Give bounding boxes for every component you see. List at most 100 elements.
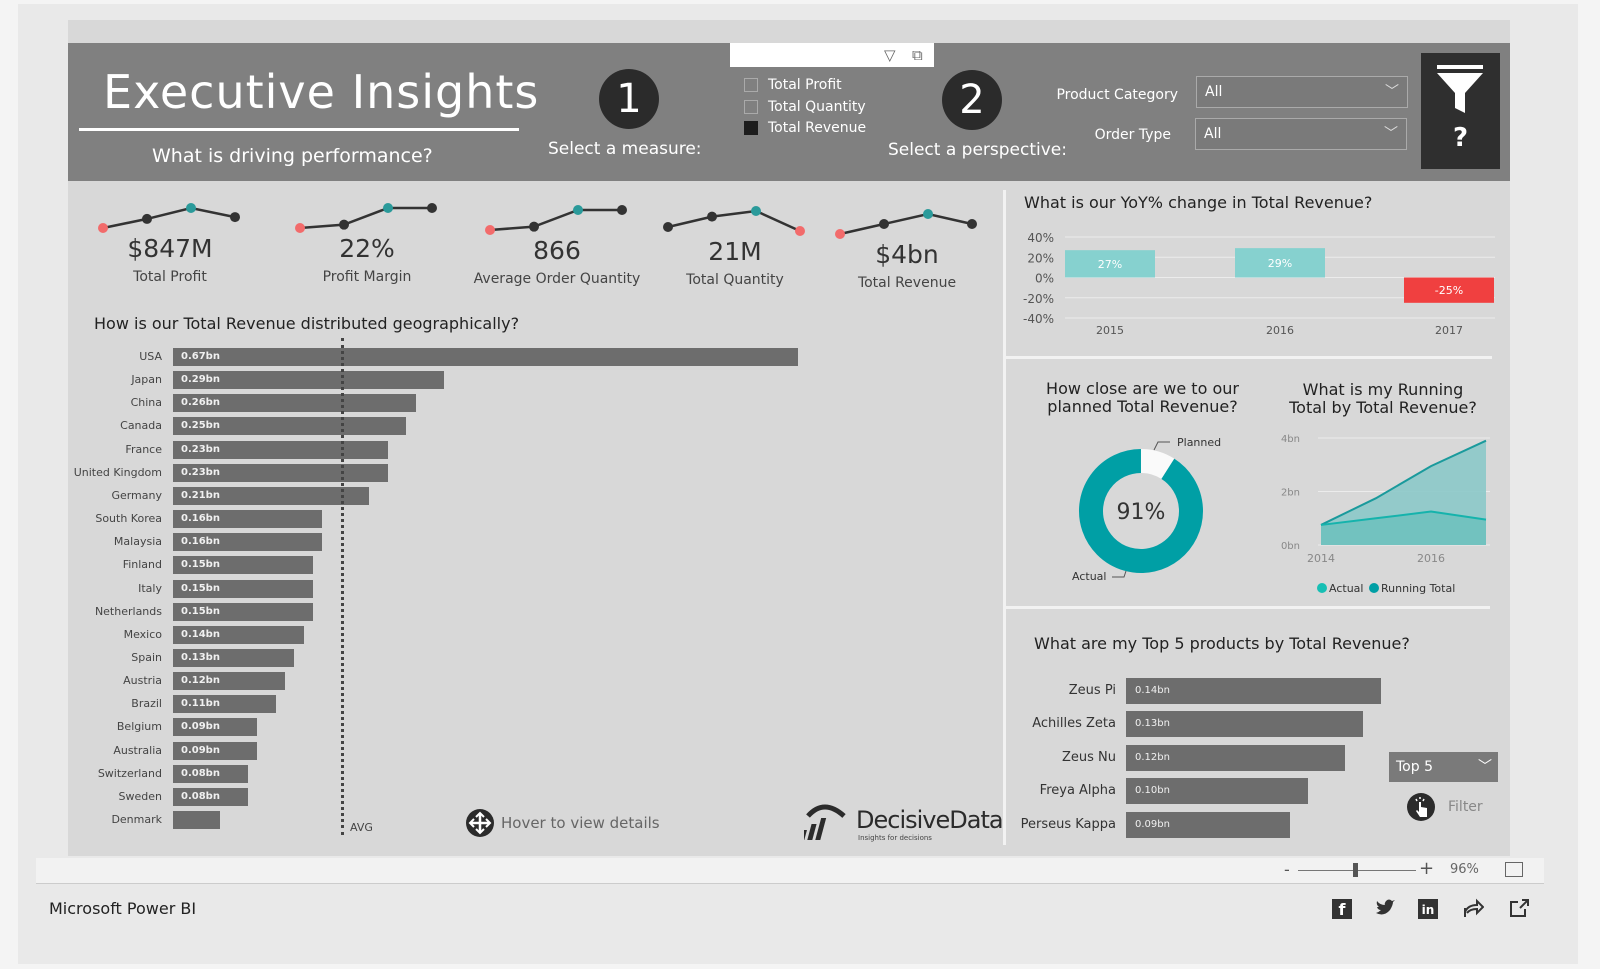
checkbox-total-quantity[interactable]	[744, 100, 758, 114]
hover-hint: Hover to view details	[465, 808, 660, 838]
kpi-sparkline	[663, 206, 805, 236]
planned-label: Planned	[1177, 436, 1221, 449]
sparkline-point	[573, 205, 583, 215]
geo-bar-value: 0.23bn	[181, 443, 220, 455]
help-icon: ?	[1452, 123, 1469, 153]
geo-bar[interactable]: 0.15bn	[173, 602, 313, 621]
kpi-value: 22%	[339, 234, 395, 263]
measure-option-total-profit[interactable]: Total Profit	[744, 77, 842, 93]
popout-icon[interactable]	[1508, 897, 1530, 919]
facebook-share-icon[interactable]: f	[1332, 899, 1352, 919]
product-label: Perseus Kappa	[1020, 816, 1116, 832]
product-label: Zeus Pi	[1068, 683, 1116, 698]
geo-bar[interactable]: 0.23bn	[173, 463, 388, 482]
kpi-label: Total Quantity	[686, 272, 784, 288]
avg-reference-line	[340, 338, 344, 835]
avg-line-label: AVG	[350, 821, 373, 834]
order-type-label: Order Type	[1094, 127, 1171, 143]
geo-bar-value: 0.29bn	[181, 374, 220, 386]
top-n-dropdown[interactable]: Top 5 ﹀	[1389, 752, 1498, 782]
checkbox-total-profit[interactable]	[744, 78, 758, 92]
step-2-label: Select a perspective:	[888, 140, 1067, 160]
geo-bar[interactable]: 0.21bn	[173, 486, 369, 505]
checkbox-total-revenue[interactable]	[744, 121, 758, 135]
product-bar[interactable]: 0.09bn	[1126, 811, 1290, 838]
y-tick-label: 2bn	[1281, 488, 1300, 499]
product-bar[interactable]: 0.12bn	[1126, 744, 1345, 771]
sparkline-point	[967, 219, 977, 229]
title-underline	[79, 128, 519, 131]
product-bar[interactable]: 0.14bn	[1126, 678, 1381, 704]
geo-bar[interactable]: 0.26bn	[173, 394, 416, 413]
product-label: Freya Alpha	[1039, 783, 1116, 799]
product-bar[interactable]: 0.10bn	[1126, 778, 1309, 805]
geo-category-label: Sweden	[118, 789, 162, 803]
geo-bar[interactable]: 0.16bn	[173, 510, 323, 529]
geo-bar[interactable]: 0.16bn	[173, 533, 323, 552]
product-bar-value: 0.14bn	[1135, 685, 1170, 696]
focus-mode-icon[interactable]: ⧉	[912, 46, 923, 64]
zoom-in-button[interactable]: +	[1419, 858, 1434, 879]
filter-hint[interactable]: Filter	[1406, 792, 1483, 822]
geo-bar-value: 0.11bn	[181, 698, 220, 710]
kpi-sparkline	[835, 209, 977, 239]
legend-label: Actual	[1329, 582, 1363, 595]
geo-bar-value: 0.23bn	[181, 466, 220, 478]
twitter-share-icon[interactable]	[1374, 898, 1396, 918]
measure-option-total-revenue[interactable]: Total Revenue	[744, 120, 866, 136]
geo-bar[interactable]: 0.09bn	[173, 718, 257, 737]
geo-bar[interactable]: 0.14bn	[173, 625, 304, 644]
kpi-value: $4bn	[875, 240, 939, 269]
geo-bar[interactable]: 0.25bn	[173, 417, 407, 436]
geo-bar-value: 0.21bn	[181, 489, 220, 501]
filter-icon[interactable]: ▽	[884, 46, 896, 64]
geo-bar[interactable]: 0.13bn	[173, 648, 295, 667]
geo-bar[interactable]: 0.23bn	[173, 440, 388, 459]
geo-bar[interactable]: 0.12bn	[173, 672, 285, 691]
zoom-slider-thumb[interactable]	[1352, 863, 1358, 877]
geo-bar[interactable]	[173, 811, 220, 829]
geo-bar[interactable]: 0.11bn	[173, 695, 276, 714]
geo-bar[interactable]: 0.08bn	[173, 764, 248, 783]
sparkline-point	[383, 203, 393, 213]
sparkline-point	[186, 203, 196, 213]
product-bar-value: 0.13bn	[1135, 718, 1170, 730]
geo-bar-value: 0.12bn	[181, 675, 220, 687]
kpi-sparkline	[98, 203, 240, 233]
geo-bar[interactable]: 0.08bn	[173, 787, 248, 806]
legend-marker	[1317, 583, 1327, 593]
geo-bar-value: 0.16bn	[181, 513, 220, 525]
sparkline-point	[879, 219, 889, 229]
logo-mark-icon	[804, 804, 846, 840]
kpi-label: Average Order Quantity	[473, 271, 641, 287]
filter-help-button[interactable]: ?	[1421, 53, 1500, 169]
geo-bar[interactable]: 0.67bn	[173, 348, 798, 366]
product-bar[interactable]: 0.13bn	[1126, 711, 1363, 738]
fit-to-page-icon[interactable]	[1505, 862, 1523, 877]
geo-category-label: Italy	[138, 581, 162, 595]
geo-bar-value: 0.15bn	[181, 582, 220, 594]
chevron-down-icon: ﹀	[1385, 84, 1399, 100]
geo-bar[interactable]: 0.15bn	[173, 579, 313, 598]
geo-category-label: South Korea	[95, 512, 162, 526]
geo-bar[interactable]: 0.29bn	[173, 371, 444, 390]
panel-divider	[1006, 356, 1492, 359]
order-type-dropdown[interactable]: All ﹀	[1195, 118, 1407, 150]
sparkline-point	[617, 205, 627, 215]
y-tick-label: -40%	[1023, 312, 1054, 326]
measure-option-total-quantity[interactable]: Total Quantity	[744, 99, 866, 115]
product-label: Zeus Nu	[1061, 749, 1116, 765]
logo-tagline: Insights for decisions	[858, 834, 932, 842]
share-icon[interactable]	[1462, 897, 1484, 919]
geo-bar[interactable]: 0.15bn	[173, 556, 313, 575]
legend-marker	[1369, 583, 1379, 593]
tap-hand-icon	[1407, 793, 1435, 821]
geo-bar[interactable]: 0.09bn	[173, 741, 257, 760]
sparkline-point	[485, 225, 495, 235]
product-category-label: Product Category	[1056, 87, 1178, 103]
product-category-dropdown[interactable]: All ﹀	[1196, 76, 1408, 108]
sparkline-point	[142, 213, 152, 224]
linkedin-share-icon[interactable]: in	[1418, 899, 1438, 919]
chevron-down-icon: ﹀	[1478, 759, 1492, 775]
zoom-out-button[interactable]: -	[1284, 860, 1290, 879]
